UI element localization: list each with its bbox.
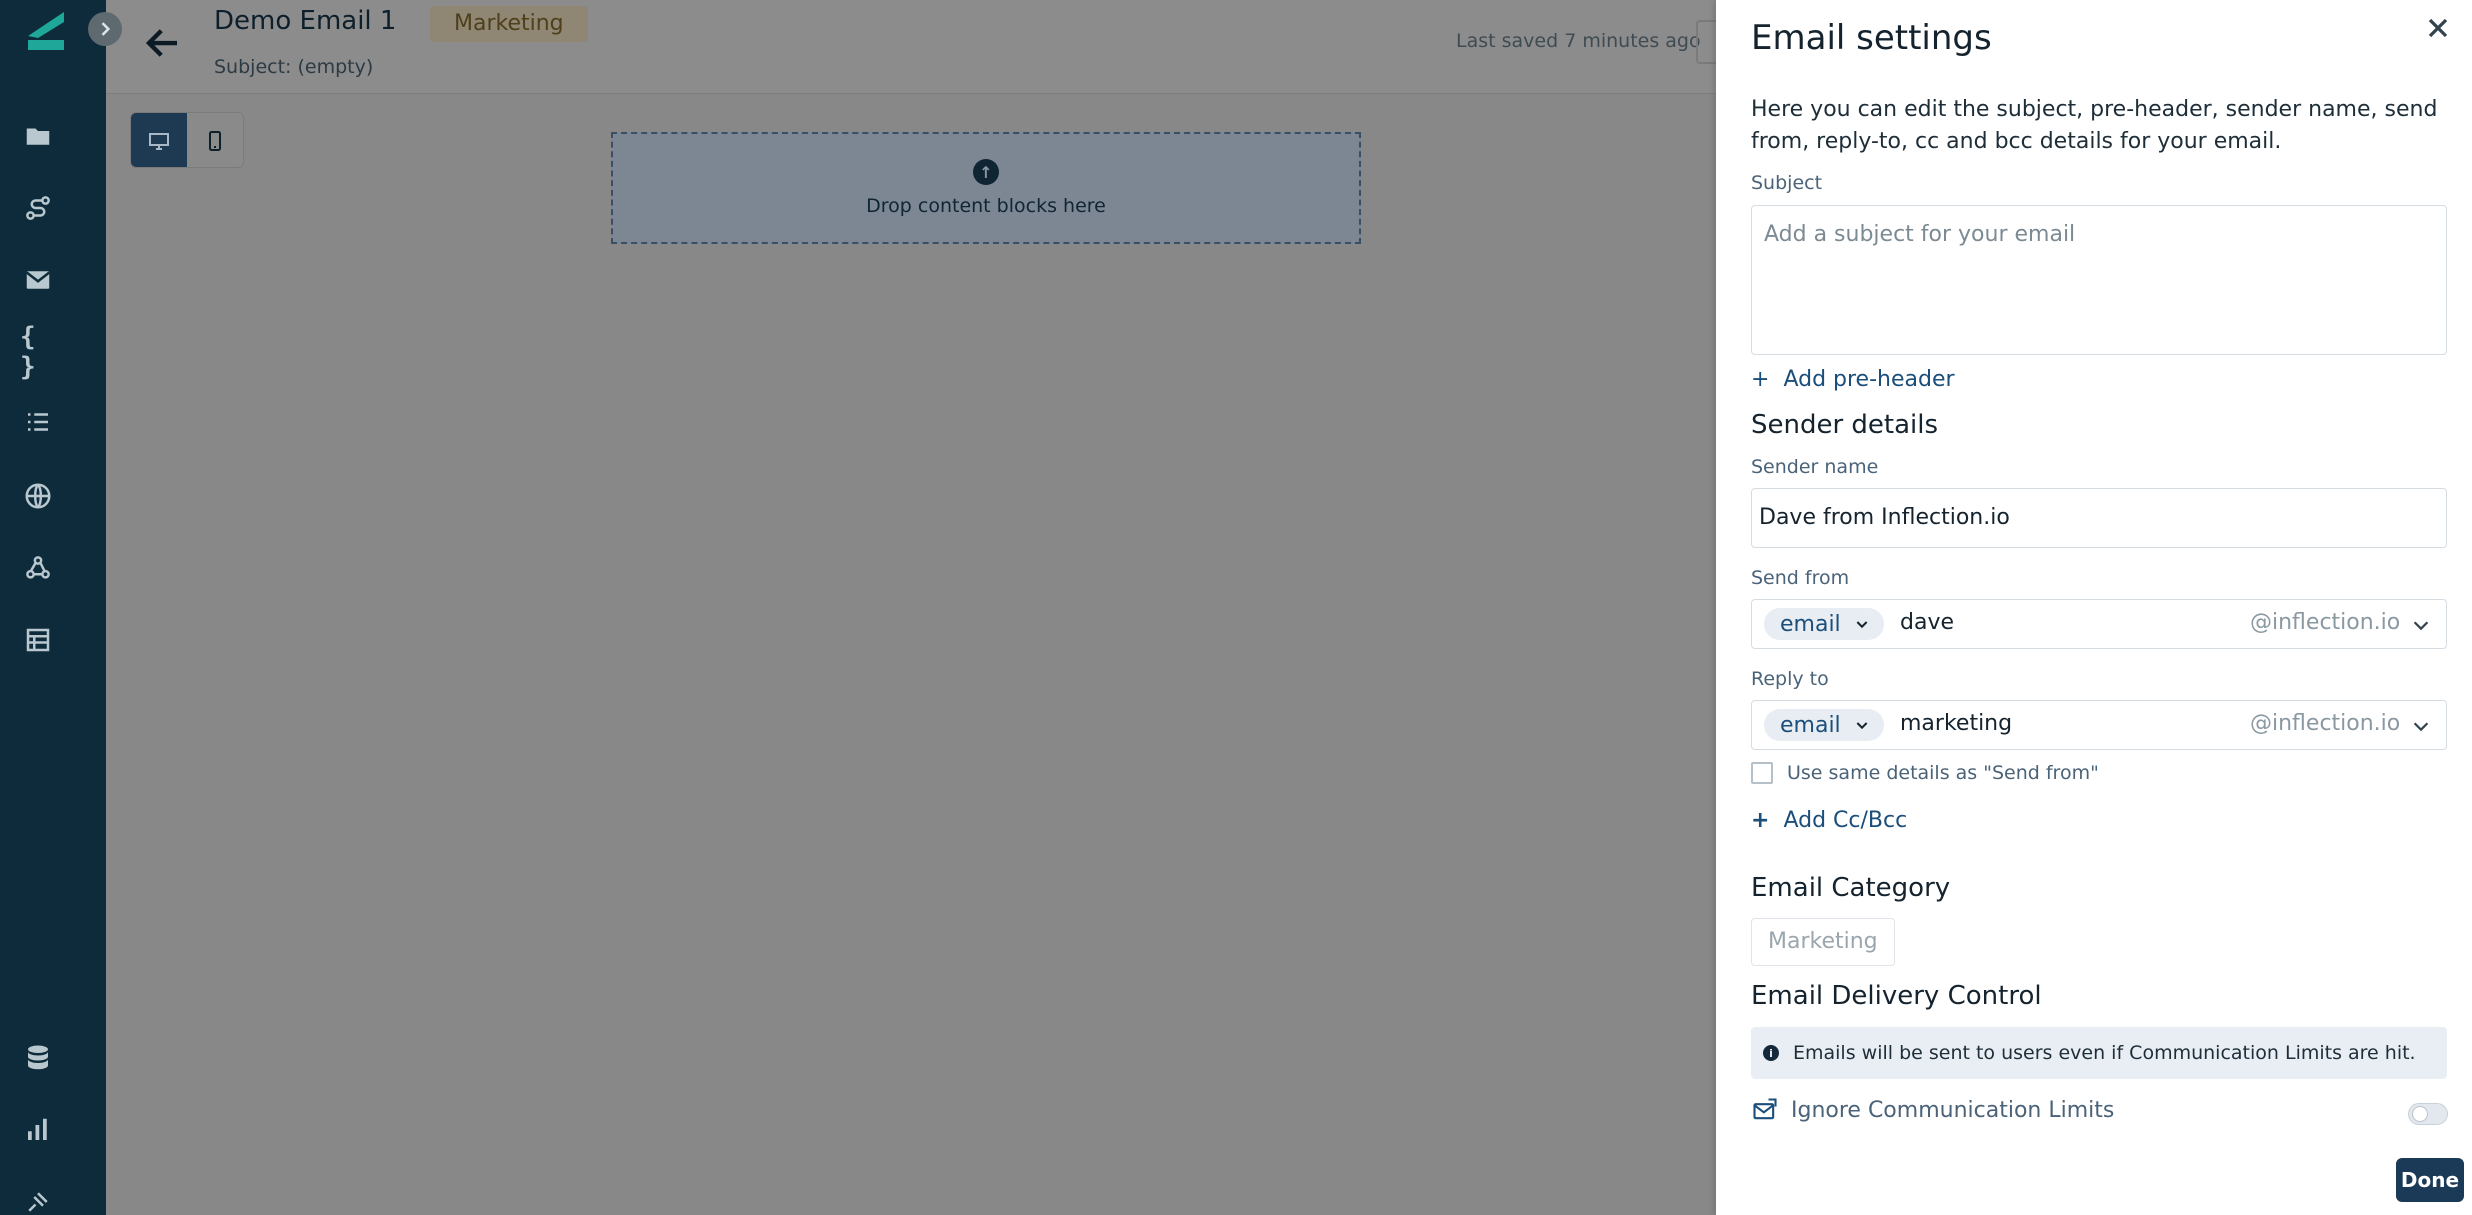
- reply-to-domain: @inflection.io: [2250, 711, 2401, 736]
- add-ccbcc-label: Add Cc/Bcc: [1783, 808, 1908, 833]
- brand-logo[interactable]: [24, 6, 70, 52]
- last-saved-status: Last saved 7 minutes ago: [1456, 30, 1701, 52]
- same-details-checkbox[interactable]: [1751, 762, 1773, 784]
- journey-icon[interactable]: [20, 190, 56, 226]
- reply-to-field: email marketing @inflection.io: [1751, 700, 2447, 750]
- same-details-row: Use same details as "Send from": [1751, 762, 2099, 784]
- email-editor-canvas: Demo Email 1 Marketing Subject: (empty) …: [106, 0, 1726, 1215]
- delivery-info-text: Emails will be sent to users even if Com…: [1793, 1042, 2416, 1064]
- sender-name-field[interactable]: Dave from Inflection.io: [1751, 488, 2447, 548]
- webhook-icon[interactable]: [20, 550, 56, 586]
- mobile-view-button[interactable]: [187, 113, 243, 167]
- ignore-limits-label: Ignore Communication Limits: [1791, 1097, 2115, 1123]
- close-icon[interactable]: [2422, 12, 2454, 44]
- content-drop-zone[interactable]: ↑ Drop content blocks here: [611, 132, 1361, 244]
- plus-icon: +: [1751, 808, 1770, 833]
- ignore-limits-row: Ignore Communication Limits: [1751, 1096, 2114, 1124]
- add-preheader-link[interactable]: + Add pre-header: [1751, 367, 1955, 392]
- email-settings-panel: Email settings Here you can edit the sub…: [1716, 0, 2472, 1215]
- table-icon[interactable]: [20, 622, 56, 658]
- panel-title: Email settings: [1751, 18, 1992, 58]
- mail-icon[interactable]: [20, 262, 56, 298]
- reply-to-label: Reply to: [1751, 668, 1829, 690]
- add-ccbcc-link[interactable]: + Add Cc/Bcc: [1751, 808, 1907, 833]
- back-arrow-icon[interactable]: [142, 22, 184, 64]
- mail-limit-icon: [1753, 1098, 1777, 1120]
- sender-name-label: Sender name: [1751, 456, 1879, 478]
- send-from-input[interactable]: dave: [1900, 610, 1954, 635]
- folder-icon[interactable]: [20, 118, 56, 154]
- braces-icon[interactable]: { }: [20, 322, 56, 382]
- send-from-field: email dave @inflection.io: [1751, 599, 2447, 649]
- upload-arrow-icon: ↑: [973, 159, 999, 185]
- info-icon: i: [1763, 1045, 1779, 1061]
- same-details-label: Use same details as "Send from": [1787, 762, 2099, 784]
- send-from-type-select[interactable]: email: [1764, 608, 1884, 640]
- chevron-down-icon: [1856, 621, 1868, 629]
- panel-description: Here you can edit the subject, pre-heade…: [1751, 97, 2438, 154]
- category-badge: Marketing: [430, 6, 588, 42]
- email-category-value: Marketing: [1751, 918, 1895, 966]
- view-mode-toggle: [130, 112, 244, 168]
- add-preheader-label: Add pre-header: [1783, 367, 1955, 392]
- chevron-down-icon[interactable]: [2410, 614, 2432, 636]
- reply-to-type-select[interactable]: email: [1764, 709, 1884, 741]
- email-title[interactable]: Demo Email 1: [214, 6, 396, 36]
- delivery-control-heading: Email Delivery Control: [1751, 981, 2042, 1011]
- subject-summary: Subject: (empty): [214, 56, 374, 78]
- email-category-heading: Email Category: [1751, 873, 1951, 903]
- sender-details-heading: Sender details: [1751, 410, 1939, 440]
- sidebar-collapse-button[interactable]: [88, 12, 122, 46]
- drop-zone-label: Drop content blocks here: [866, 195, 1106, 217]
- settings-plug-icon[interactable]: [20, 1184, 56, 1215]
- list-icon[interactable]: [20, 404, 56, 440]
- subject-input[interactable]: Add a subject for your email: [1751, 205, 2447, 355]
- analytics-icon[interactable]: [20, 1112, 56, 1148]
- chevron-down-icon[interactable]: [2410, 715, 2432, 737]
- send-from-domain: @inflection.io: [2250, 610, 2401, 635]
- chevron-right-icon: [101, 22, 111, 36]
- done-button[interactable]: Done: [2396, 1158, 2464, 1202]
- desktop-icon: [149, 133, 169, 150]
- editor-topbar: Demo Email 1 Marketing Subject: (empty) …: [106, 0, 1726, 94]
- send-from-type-value: email: [1780, 611, 1841, 637]
- reply-to-input[interactable]: marketing: [1900, 711, 2012, 736]
- subject-label: Subject: [1751, 172, 1823, 194]
- ignore-limits-toggle[interactable]: [2408, 1103, 2448, 1125]
- mobile-icon: [209, 131, 221, 151]
- reply-to-type-value: email: [1780, 712, 1841, 738]
- left-nav: { }: [0, 0, 106, 1215]
- desktop-view-button[interactable]: [131, 113, 187, 167]
- database-icon[interactable]: [20, 1040, 56, 1076]
- send-from-label: Send from: [1751, 567, 1850, 589]
- plus-icon: +: [1751, 367, 1770, 392]
- delivery-info-banner: i Emails will be sent to users even if C…: [1751, 1027, 2447, 1079]
- globe-icon[interactable]: [20, 478, 56, 514]
- chevron-down-icon: [1856, 722, 1868, 730]
- toggle-knob: [2412, 1106, 2428, 1122]
